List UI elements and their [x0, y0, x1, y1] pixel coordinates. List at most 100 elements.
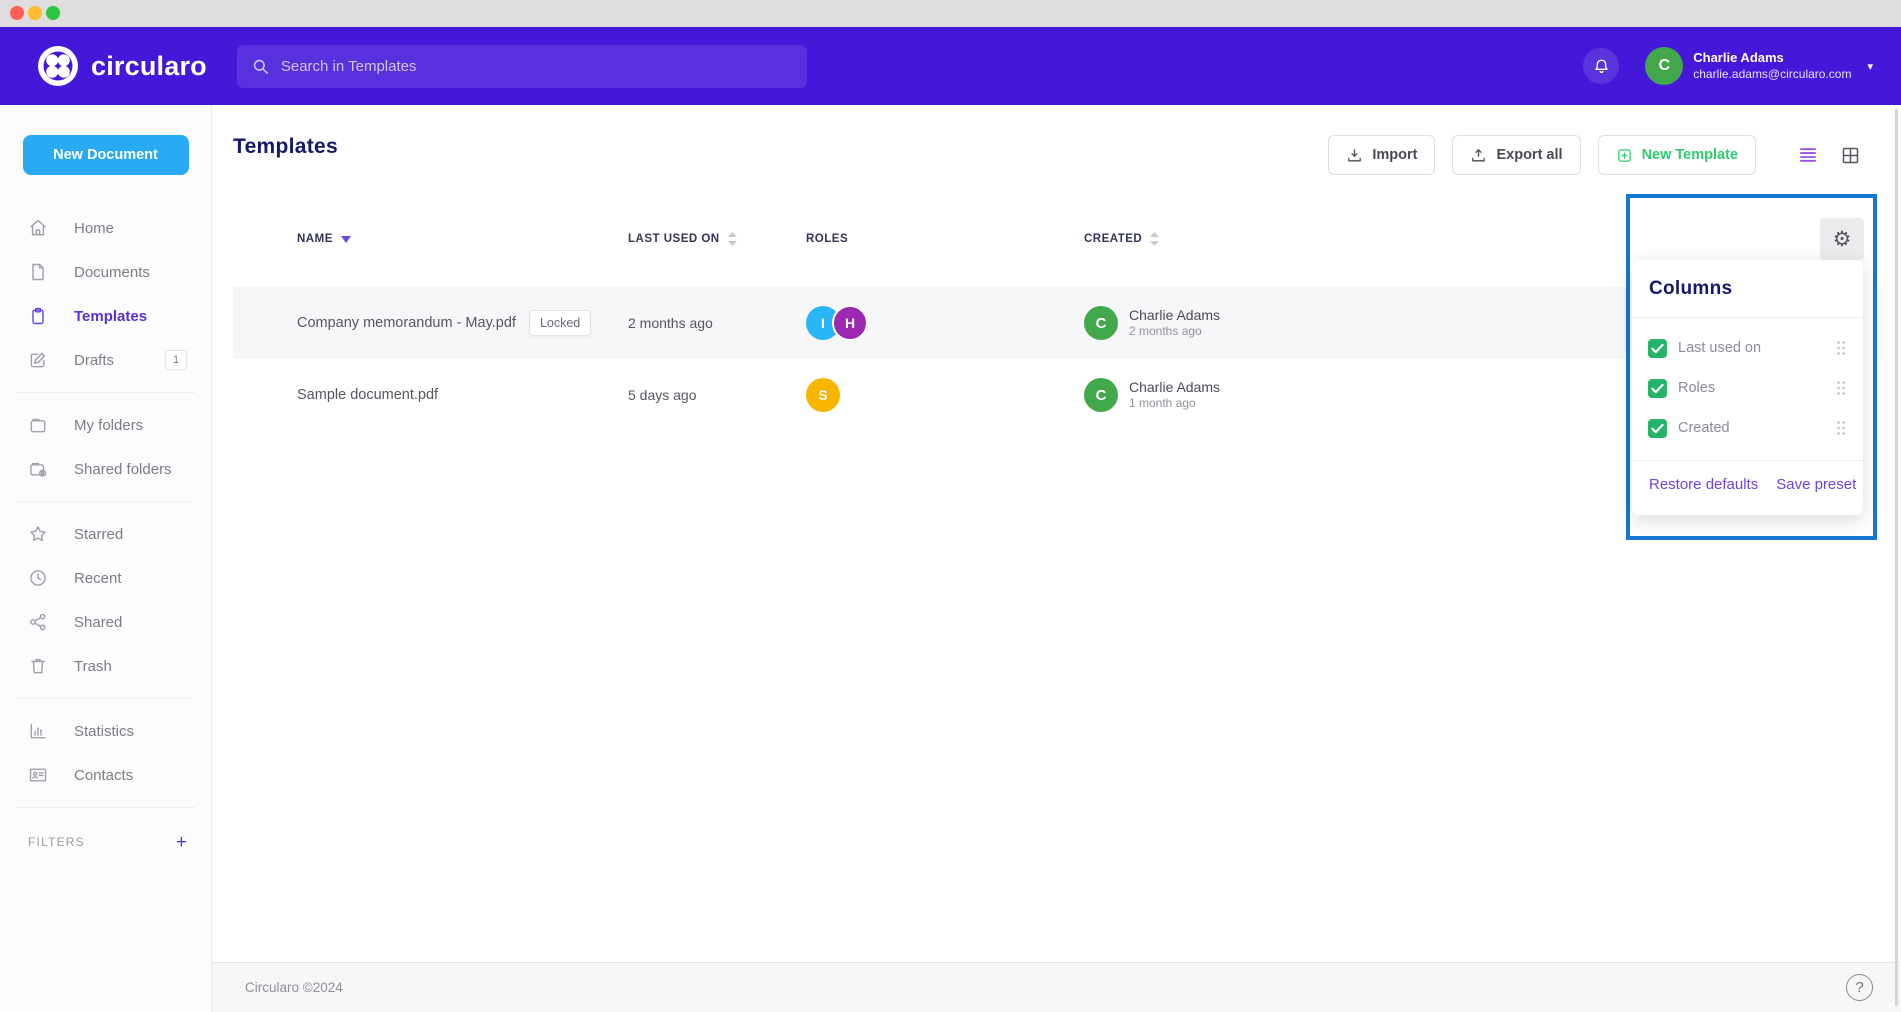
checkbox-checked-icon[interactable]	[1648, 419, 1667, 438]
sidebar-item-statistics[interactable]: Statistics	[0, 709, 211, 753]
sidebar-item-recent[interactable]: Recent	[0, 556, 211, 600]
popup-actions: Restore defaults Save preset	[1632, 461, 1863, 493]
column-header-roles[interactable]: ROLES	[806, 233, 1084, 245]
created-time: 1 month ago	[1129, 396, 1220, 412]
sidebar-item-shared-folders[interactable]: Shared folders	[0, 447, 211, 491]
sidebar-item-templates[interactable]: Templates	[0, 294, 211, 338]
sidebar-item-label: Recent	[74, 570, 122, 587]
brand-logo[interactable]: circularo	[36, 44, 207, 88]
add-filter-button[interactable]: +	[176, 833, 187, 852]
footer: Circularo ©2024 ?	[212, 962, 1901, 1012]
column-label: LAST USED ON	[628, 233, 720, 245]
filters-section: FILTERS +	[0, 822, 211, 862]
last-used-cell: 5 days ago	[628, 387, 806, 403]
search-input[interactable]	[281, 58, 793, 75]
import-button[interactable]: Import	[1328, 135, 1435, 175]
user-email: charlie.adams@circularo.com	[1693, 67, 1851, 82]
column-toggle-label: Created	[1678, 420, 1730, 436]
bell-icon	[1592, 57, 1611, 76]
document-icon	[28, 262, 48, 282]
new-template-button[interactable]: New Template	[1598, 135, 1756, 175]
sidebar-item-home[interactable]: Home	[0, 206, 211, 250]
window-zoom-button[interactable]	[46, 6, 60, 20]
chevron-down-icon: ▾	[1867, 60, 1873, 73]
sidebar-item-documents[interactable]: Documents	[0, 250, 211, 294]
column-label: NAME	[297, 233, 333, 245]
search-bar[interactable]	[237, 45, 807, 88]
plus-square-icon	[1616, 147, 1633, 164]
circularo-logo-icon	[36, 44, 80, 88]
column-header-last-used[interactable]: LAST USED ON	[628, 232, 806, 246]
drag-handle-icon[interactable]	[1835, 420, 1847, 436]
new-template-label: New Template	[1642, 147, 1738, 163]
page-scrollbar[interactable]	[1895, 109, 1898, 1006]
checkbox-checked-icon[interactable]	[1648, 339, 1667, 358]
drag-handle-icon[interactable]	[1835, 340, 1847, 356]
sort-icon	[728, 232, 737, 246]
sidebar-item-label: Documents	[74, 264, 150, 281]
columns-popup-highlight: ⚙ Columns Last used on Roles	[1626, 194, 1877, 540]
sidebar-divider	[16, 807, 195, 808]
column-settings-button[interactable]: ⚙	[1820, 218, 1864, 260]
brand-name: circularo	[91, 51, 207, 82]
import-label: Import	[1372, 147, 1417, 163]
sidebar-item-label: Home	[74, 220, 114, 237]
sidebar-item-label: Contacts	[74, 767, 133, 784]
contacts-icon	[28, 765, 48, 785]
copyright-text: Circularo ©2024	[245, 980, 343, 995]
folder-icon	[28, 415, 48, 435]
roles-cell: S	[806, 378, 1084, 412]
sidebar: New Document Home Documents Templates	[0, 105, 212, 1012]
role-badge[interactable]: H	[832, 305, 868, 341]
sidebar-item-starred[interactable]: Starred	[0, 512, 211, 556]
window-close-button[interactable]	[10, 6, 24, 20]
sidebar-item-shared[interactable]: Shared	[0, 600, 211, 644]
sidebar-item-contacts[interactable]: Contacts	[0, 753, 211, 797]
created-time: 2 months ago	[1129, 324, 1220, 340]
user-menu[interactable]: C Charlie Adams charlie.adams@circularo.…	[1645, 47, 1873, 85]
drafts-count-badge: 1	[165, 350, 187, 370]
sidebar-item-trash[interactable]: Trash	[0, 644, 211, 688]
column-toggle-label: Last used on	[1678, 340, 1761, 356]
column-toggle-created[interactable]: Created	[1632, 408, 1863, 448]
column-toggle-last-used[interactable]: Last used on	[1632, 328, 1863, 368]
creator-name: Charlie Adams	[1129, 306, 1220, 324]
window-titlebar	[0, 0, 1901, 27]
sidebar-divider	[16, 698, 195, 699]
checkbox-checked-icon[interactable]	[1648, 379, 1667, 398]
help-button[interactable]: ?	[1846, 974, 1873, 1001]
grid-view-icon[interactable]	[1840, 145, 1861, 166]
user-texts: Charlie Adams charlie.adams@circularo.co…	[1693, 50, 1851, 81]
window-minimize-button[interactable]	[28, 6, 42, 20]
column-header-name[interactable]: NAME	[297, 233, 628, 245]
drag-handle-icon[interactable]	[1835, 380, 1847, 396]
star-icon	[28, 524, 48, 544]
new-document-button[interactable]: New Document	[23, 135, 189, 175]
export-icon	[1470, 147, 1487, 164]
statistics-icon	[28, 721, 48, 741]
sidebar-item-label: Shared	[74, 614, 122, 631]
name-cell: Company memorandum - May.pdf Locked	[297, 310, 628, 336]
sort-icon	[1150, 232, 1159, 246]
sidebar-divider	[16, 392, 195, 393]
app-header: circularo C Charlie Adams charlie.adams@…	[0, 27, 1901, 105]
column-label: CREATED	[1084, 233, 1142, 245]
sidebar-item-my-folders[interactable]: My folders	[0, 403, 211, 447]
template-icon	[28, 306, 48, 326]
export-all-button[interactable]: Export all	[1452, 135, 1580, 175]
restore-defaults-link[interactable]: Restore defaults	[1649, 476, 1758, 493]
notifications-button[interactable]	[1583, 48, 1619, 84]
save-preset-link[interactable]: Save preset	[1776, 476, 1856, 493]
creator-avatar: C	[1084, 306, 1118, 340]
sidebar-item-drafts[interactable]: Drafts 1	[0, 338, 211, 382]
name-cell: Sample document.pdf	[297, 387, 628, 403]
role-badge[interactable]: S	[806, 378, 840, 412]
gear-icon: ⚙	[1833, 227, 1852, 252]
document-name: Sample document.pdf	[297, 387, 438, 403]
import-icon	[1346, 147, 1363, 164]
columns-popup-items: Last used on Roles Created	[1632, 318, 1863, 448]
drafts-icon	[28, 350, 48, 370]
column-toggle-roles[interactable]: Roles	[1632, 368, 1863, 408]
list-view-icon[interactable]	[1797, 145, 1819, 165]
trash-icon	[28, 656, 48, 676]
